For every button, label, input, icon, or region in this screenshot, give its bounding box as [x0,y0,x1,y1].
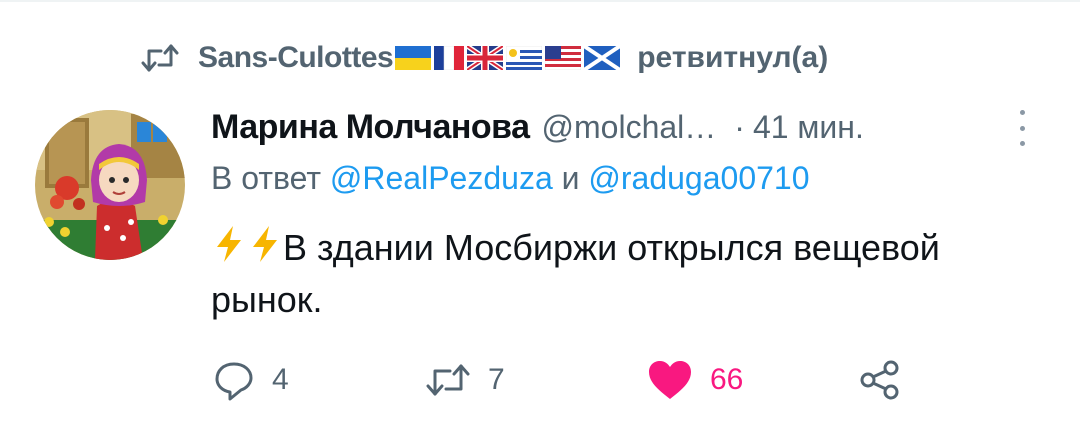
lightning-icon [253,226,277,262]
flag-ukraine-icon [395,46,432,70]
flag-usa-icon [545,46,582,70]
reply-prefix: В ответ [211,160,322,196]
top-divider [0,0,1080,2]
separator: · [734,108,745,145]
tweet-text: В здании Мосбиржи открылся вещевой рынок… [211,227,940,320]
retweet-icon [426,364,470,396]
timestamp[interactable]: 41 мин. [753,109,864,146]
reply-conjunction: и [561,160,580,196]
lightning-icon [217,226,241,262]
flag-uk-icon [467,46,504,70]
reply-context: В ответ @RealPezduza и @raduga00710 [211,160,810,197]
retweet-count: 7 [488,363,505,396]
flag-uruguay-icon [506,46,543,70]
share-button[interactable] [858,358,902,402]
share-icon [860,360,899,400]
avatar[interactable] [35,110,185,260]
reply-count: 4 [272,363,289,396]
flag-emojis [395,46,623,70]
like-button[interactable]: 66 [646,358,743,402]
like-count: 66 [710,363,744,396]
display-name[interactable]: Марина Молчанова [211,108,530,147]
retweet-button[interactable]: 7 [424,358,505,402]
retweet-icon [140,43,180,73]
flag-scotland-icon [584,46,621,70]
retweeter-name[interactable]: Sans-Culottes [198,41,394,75]
reply-mention[interactable]: @RealPezduza [330,160,553,196]
more-options-icon[interactable] [1012,110,1032,146]
reply-icon [215,362,253,401]
user-handle[interactable]: @molchal… [542,109,717,146]
flag-france-icon [434,46,465,70]
reply-mention[interactable]: @raduga00710 [588,160,809,196]
tweet-header: Марина Молчанова @molchal… · 41 мин. [211,103,864,151]
reply-button[interactable]: 4 [212,358,289,402]
tweet-actions: 4 7 66 [212,358,912,402]
tweet-body: В здании Мосбиржи открылся вещевой рынок… [211,222,1031,326]
heart-icon [649,361,691,399]
retweet-context: Sans-Culottes ретвитнул(а) [140,38,828,78]
retweeted-label: ретвитнул(а) [637,41,829,74]
